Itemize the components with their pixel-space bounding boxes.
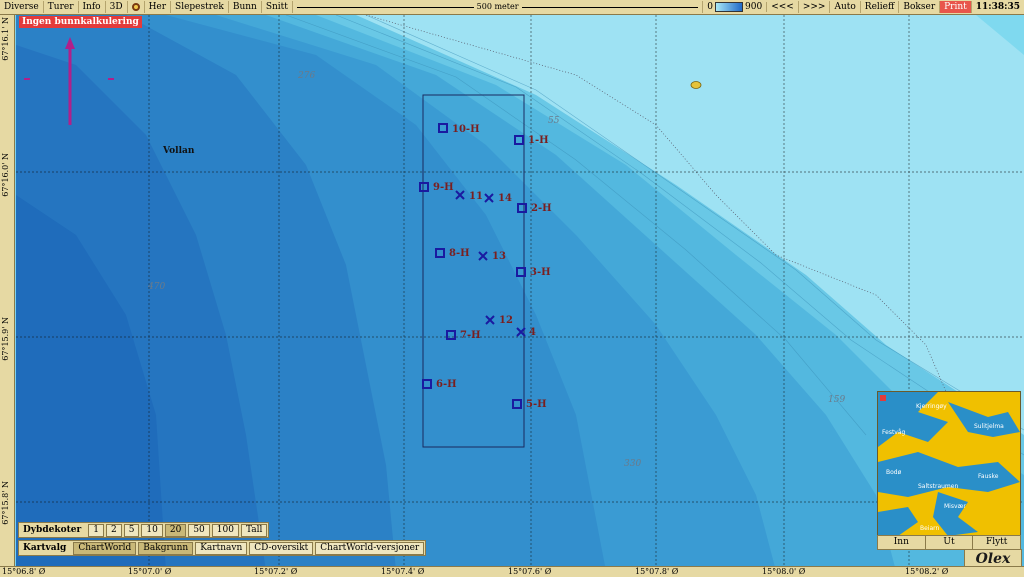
depth-label: 276 <box>298 71 316 81</box>
clock: 11:38:35 <box>975 2 1020 12</box>
background-button[interactable]: Bakgrunn <box>138 541 194 555</box>
waypoint-label: 5-H <box>526 399 547 410</box>
depth-gradient <box>715 2 744 12</box>
overview-map[interactable]: Kjerringøy Festvåg Sulitjelma Fauske Bod… <box>877 391 1021 537</box>
menu-turer[interactable]: Turer <box>44 1 79 13</box>
contour-option[interactable]: 2 <box>105 523 122 537</box>
zoom-out-button[interactable]: Ut <box>926 536 974 549</box>
inset-place: Misvær <box>944 503 966 510</box>
lat-label: 67°16.0' N <box>1 153 10 197</box>
chart-map[interactable]: 10-H 1-H 9-H 2-H 8-H 3-H 7-H 6-H 5-H 11 … <box>16 15 1024 571</box>
status-badge: Ingen bunnkalkulering <box>19 16 142 28</box>
inset-place: Festvåg <box>882 429 906 436</box>
waypoint-label: 14 <box>498 193 512 204</box>
latitude-bar: 67°16.1' N 67°16.0' N 67°15.9' N 67°15.8… <box>0 15 15 571</box>
menu-her[interactable]: Her <box>145 1 172 13</box>
waypoint-label: 3-H <box>530 267 551 278</box>
target-icon[interactable] <box>128 1 145 13</box>
depth-max: 900 <box>745 2 763 12</box>
cd-overview-button[interactable]: CD-oversikt <box>249 541 314 555</box>
contour-option-selected[interactable]: 20 <box>164 523 187 537</box>
prev-button[interactable]: <<< <box>767 1 799 13</box>
waypoint-label: 9-H <box>433 182 454 193</box>
menu-diverse[interactable]: Diverse <box>0 1 44 13</box>
waypoint-label: 7-H <box>460 330 481 341</box>
next-button[interactable]: >>> <box>799 1 831 13</box>
waypoint-label: 2-H <box>531 203 552 214</box>
contour-option[interactable]: Tall <box>240 523 268 537</box>
chartworld-button[interactable]: ChartWorld <box>73 541 137 555</box>
top-toolbar: Diverse Turer Info 3D Her Slepestrek Bun… <box>0 0 1024 15</box>
scale-label: 500 meter <box>473 2 522 11</box>
waypoint-label: 4 <box>529 327 536 338</box>
waypoint-label: 10-H <box>452 124 480 135</box>
menu-slepestrek[interactable]: Slepestrek <box>171 1 229 13</box>
waypoint-label: 11 <box>469 191 483 202</box>
inset-place: Fauske <box>978 473 999 480</box>
waypoint-label: 1-H <box>528 135 549 146</box>
menu-3d[interactable]: 3D <box>106 1 128 13</box>
inset-place: Bodø <box>886 469 902 476</box>
inset-place: Kjerringøy <box>916 403 947 410</box>
print-button[interactable]: Print <box>940 1 972 13</box>
depth-label: 55 <box>548 116 560 126</box>
inset-place: Saltstraumen <box>918 483 958 490</box>
depth-contour-panel: Dybdekoter 1 2 5 10 20 50 100 Tall <box>18 522 270 538</box>
overview-map-controls: Inn Ut Flytt <box>877 535 1021 550</box>
waypoint-label: 12 <box>499 315 513 326</box>
scale-bar: 500 meter <box>293 1 704 13</box>
depth-min: 0 <box>707 2 714 12</box>
menu-bunn[interactable]: Bunn <box>229 1 262 13</box>
contour-option[interactable]: 100 <box>211 523 239 537</box>
longitude-bar: 15°06.8' Ø 15°07.0' Ø 15°07.2' Ø 15°07.4… <box>0 566 1024 577</box>
depth-label: 159 <box>828 395 846 405</box>
lat-label: 67°16.1' N <box>1 17 10 61</box>
depth-label: 470 <box>148 282 166 292</box>
chart-names-button[interactable]: Kartnavn <box>195 541 248 555</box>
inset-place: Sulitjelma <box>974 423 1004 430</box>
inset-place: Beiarn <box>920 525 940 532</box>
chart-select-panel: Kartvalg ChartWorld Bakgrunn Kartnavn CD… <box>18 540 427 556</box>
contour-option[interactable]: 50 <box>188 523 210 537</box>
chart-select-label: Kartvalg <box>23 543 67 553</box>
move-button[interactable]: Flytt <box>973 536 1020 549</box>
lat-label: 67°15.8' N <box>1 481 10 525</box>
contour-option[interactable]: 1 <box>88 523 104 537</box>
auto-button[interactable]: Auto <box>830 1 861 13</box>
zoom-in-button[interactable]: Inn <box>878 536 926 549</box>
place-name: Vollan <box>163 146 195 156</box>
overview-map-canvas: Kjerringøy Festvåg Sulitjelma Fauske Bod… <box>878 392 1020 536</box>
map-canvas[interactable] <box>16 15 1024 571</box>
depth-color-scale[interactable]: 0 900 <box>703 2 768 12</box>
depth-contour-label: Dybdekoter <box>23 525 82 535</box>
waypoint-label: 6-H <box>436 379 457 390</box>
waypoint-label: 8-H <box>449 248 470 259</box>
depth-label: 330 <box>624 459 642 469</box>
menu-snitt[interactable]: Snitt <box>262 1 293 13</box>
chartworld-versions-button[interactable]: ChartWorld-versjoner <box>315 541 425 555</box>
relief-button[interactable]: Relieff <box>861 1 900 13</box>
menu-info[interactable]: Info <box>79 1 106 13</box>
waypoint-label: 13 <box>492 251 506 262</box>
contour-option[interactable]: 5 <box>123 523 140 537</box>
boxes-button[interactable]: Bokser <box>899 1 941 13</box>
contour-option[interactable]: 10 <box>141 523 163 537</box>
lat-label: 67°15.9' N <box>1 317 10 361</box>
